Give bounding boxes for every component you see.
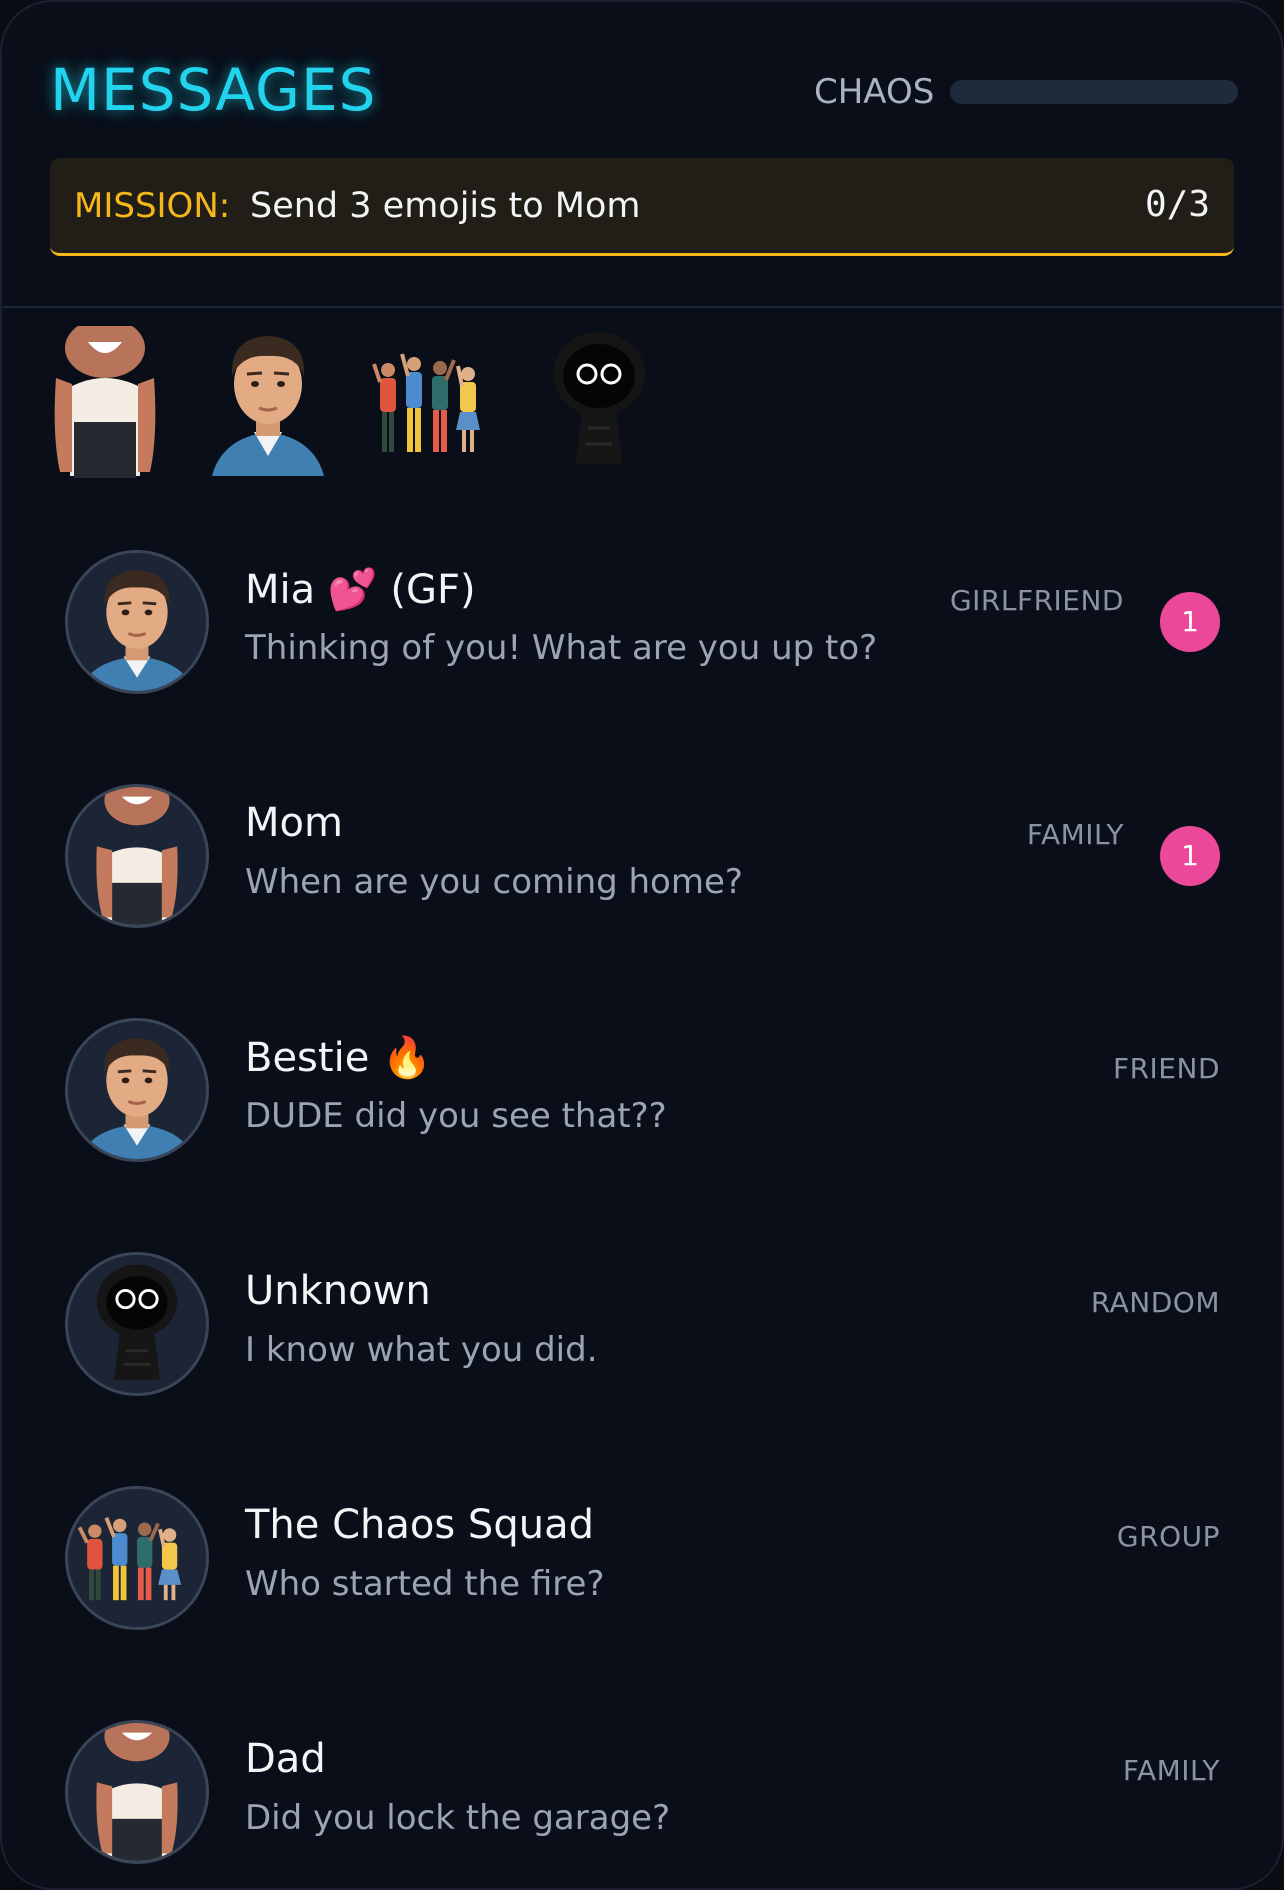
header: MESSAGES CHAOS: [50, 56, 1238, 126]
story-group[interactable]: [372, 326, 482, 486]
message-preview: Who started the fire?: [245, 1564, 605, 1604]
messages-screen: MESSAGES CHAOS MISSION: Send 3 emojis to…: [0, 0, 1284, 1890]
hooded-stranger-icon: [553, 332, 645, 464]
relationship-tag: FAMILY: [1122, 1754, 1220, 1787]
message-preview: When are you coming home?: [245, 862, 743, 902]
man-icon: [212, 336, 324, 476]
conversation-row-mia[interactable]: Mia 💕 (GF) Thinking of you! What are you…: [2, 542, 1282, 776]
contact-name: The Chaos Squad: [245, 1502, 594, 1548]
unread-badge: 1: [1160, 592, 1220, 652]
message-preview: Thinking of you! What are you up to?: [245, 628, 878, 668]
story-strip: [50, 318, 750, 486]
story-mom[interactable]: [50, 318, 160, 486]
mission-text: Send 3 emojis to Mom: [250, 186, 641, 226]
story-man[interactable]: [208, 326, 324, 486]
mom-icon: [65, 784, 209, 928]
story-unknown[interactable]: [544, 326, 654, 486]
relationship-tag: FAMILY: [1026, 818, 1124, 851]
mission-label: MISSION:: [74, 186, 231, 226]
contact-name: Mia 💕 (GF): [245, 567, 476, 613]
chaos-label: CHAOS: [814, 72, 935, 112]
relationship-tag: GIRLFRIEND: [949, 584, 1124, 617]
mission-banner: MISSION: Send 3 emojis to Mom 0/3: [50, 158, 1234, 256]
relationship-tag: RANDOM: [1090, 1286, 1220, 1319]
chaos-meter: [950, 80, 1238, 104]
man-icon: [65, 550, 209, 694]
contact-name: Mom: [245, 800, 343, 846]
unread-badge: 1: [1160, 826, 1220, 886]
contact-name: Unknown: [245, 1268, 431, 1314]
hooded-stranger-icon: [65, 1252, 209, 1396]
message-preview: I know what you did.: [245, 1330, 598, 1370]
message-preview: Did you lock the garage?: [245, 1798, 671, 1838]
mission-progress-count: 0/3: [1144, 184, 1210, 225]
contact-name: Dad: [245, 1736, 326, 1782]
conversation-row-dad[interactable]: Dad Did you lock the garage? FAMILY: [2, 1712, 1282, 1888]
message-preview: DUDE did you see that??: [245, 1096, 667, 1136]
group-icon: [372, 353, 480, 452]
dad-icon: [65, 1720, 209, 1864]
conversation-row-chaos-squad[interactable]: The Chaos Squad Who started the fire? GR…: [2, 1478, 1282, 1712]
contact-name: Bestie 🔥: [245, 1035, 432, 1081]
divider: [2, 306, 1282, 308]
conversation-row-mom[interactable]: Mom When are you coming home? FAMILY 1: [2, 776, 1282, 1010]
page-title: MESSAGES: [50, 56, 377, 124]
conversation-row-bestie[interactable]: Bestie 🔥 DUDE did you see that?? FRIEND: [2, 1010, 1282, 1244]
conversation-row-unknown[interactable]: Unknown I know what you did. RANDOM: [2, 1244, 1282, 1478]
relationship-tag: FRIEND: [1112, 1052, 1220, 1085]
relationship-tag: GROUP: [1116, 1520, 1220, 1553]
mom-icon: [54, 318, 156, 478]
man-icon: [65, 1018, 209, 1162]
group-icon: [65, 1486, 209, 1630]
